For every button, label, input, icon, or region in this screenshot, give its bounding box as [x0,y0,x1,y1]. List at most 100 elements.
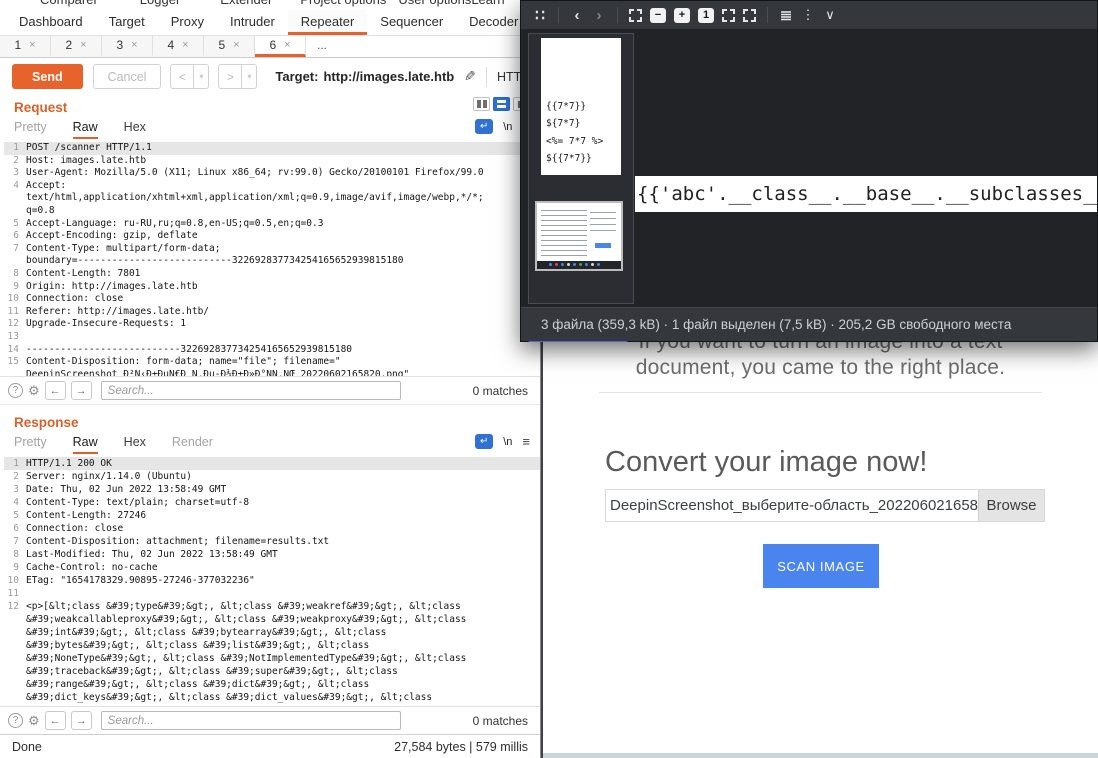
menu-tab[interactable]: Project options [300,0,386,9]
expand-icon[interactable] [743,9,756,22]
menu-kebab-icon[interactable]: ⋮ [801,7,815,23]
fit-width-icon[interactable] [722,9,735,22]
view-tab[interactable]: Pretty [14,120,47,139]
code-line: 6 Connection: close [4,522,540,535]
cancel-button[interactable]: Cancel [93,64,162,89]
layout-columns-button[interactable] [473,97,490,111]
repeater-tab[interactable]: 4× [153,36,204,57]
line-number: 8 [4,548,26,561]
prev-match-button[interactable]: ← [45,711,66,730]
repeater-tab[interactable]: 5× [204,36,255,57]
line-text: Referer: http://images.late.htb/ [26,306,209,319]
module-tab[interactable]: Target [96,10,158,35]
view-tab[interactable]: Hex [124,435,146,454]
help-icon[interactable]: ? [8,713,23,728]
repeater-tab[interactable]: 3× [102,36,153,57]
repeater-tab[interactable]: ... [306,36,346,57]
image-file-thumbnail[interactable] [535,201,623,271]
line-text: text/html,application/xhtml+xml,applicat… [26,192,484,205]
history-back-button[interactable]: < ▾ [170,64,209,89]
next-match-button[interactable]: → [71,711,92,730]
menu-tab[interactable]: Comparer [40,0,98,9]
module-tab[interactable]: Intruder [217,10,288,35]
newline-toggle-icon[interactable]: ↵ [475,434,493,449]
close-icon[interactable]: × [284,39,290,51]
folder-view-icon[interactable]: ∷ [533,7,547,23]
code-line: 12 Upgrade-Insecure-Requests: 1 [4,318,540,331]
code-line: 9 Origin: http://images.late.htb [4,281,540,294]
response-search-input[interactable] [101,711,401,730]
gear-icon[interactable]: ⚙ [28,713,40,729]
repeater-request-tabs: 1× 2× 3× 4× 5× 6× ... [0,36,540,58]
close-icon[interactable]: × [80,39,86,51]
line-text: DeepinScreenshot_Ð²Ñ‹Ð±ÐµÑ€Ð¸Ñ‚Ðµ-Ð¾Ð±Ð»… [26,369,409,376]
layout-rows-button[interactable] [493,97,510,111]
view-tab[interactable]: Render [172,435,213,454]
code-line: 11 [4,587,540,600]
zoom-out-icon[interactable]: − [650,8,666,23]
next-match-button[interactable]: → [71,381,92,400]
request-search-input[interactable] [101,381,401,400]
send-button[interactable]: Send [12,64,83,89]
code-line: 10 Connection: close [4,293,540,306]
menu-tab[interactable]: User options [398,0,471,9]
line-text: &#39;int&#39;&gt;, &lt;class &#39;bytear… [26,626,386,639]
back-icon[interactable]: ‹ [570,7,584,23]
repeater-tab[interactable]: 2× [51,36,102,57]
close-icon[interactable]: × [131,39,137,51]
close-icon[interactable]: × [233,39,239,51]
request-editor[interactable]: 1 POST /scanner HTTP/1.1 2 Host: images.… [0,140,540,376]
payload-line: <%= 7*7 %> [546,133,616,151]
back-arrow-icon: < [170,64,194,89]
module-tab[interactable]: Sequencer [367,10,456,35]
line-number: 11 [4,306,26,319]
module-tab[interactable]: Repeater [288,10,367,35]
help-icon[interactable]: ? [8,383,23,398]
menu-tab[interactable]: Extender [220,0,272,9]
view-tab[interactable]: Raw [73,120,98,139]
browse-button[interactable]: Browse [978,490,1044,521]
zoom-100-icon[interactable]: 1 [698,8,714,23]
code-line: 3 User-Agent: Mozilla/5.0 (X11; Linux x8… [4,167,540,180]
divider [486,67,487,87]
close-icon[interactable]: × [29,39,35,51]
line-number [4,369,26,376]
chevron-down-icon[interactable]: ▾ [194,64,209,89]
repeater-tab[interactable]: 6× [255,36,306,57]
line-text: Content-Disposition: form-data; name="fi… [26,356,341,369]
panel-menu-icon[interactable]: ≡ [522,434,530,449]
close-icon[interactable]: × [182,39,188,51]
line-text: Server: nginx/1.14.0 (Ubuntu) [26,470,192,483]
chevron-down-icon[interactable]: ▾ [242,64,257,89]
view-tab[interactable]: Hex [124,120,146,139]
code-line: &#39;range&#39;&gt;, &lt;class &#39;dict… [4,678,540,691]
view-tab[interactable]: Pretty [14,435,47,454]
code-line: DeepinScreenshot_Ð²Ñ‹Ð±ÐµÑ€Ð¸Ñ‚Ðµ-Ð¾Ð±Ð»… [4,369,540,376]
text-file-thumbnail[interactable]: {{7*7}}${7*7}<%= 7*7 %>${{7*7}} [541,38,621,175]
menu-tab[interactable]: Learn [471,0,504,9]
newline-toggle-icon[interactable]: ↵ [475,119,493,134]
forward-icon[interactable]: › [592,7,606,23]
file-upload-input[interactable]: DeepinScreenshot_выберите-область_202206… [605,489,1045,522]
repeater-tab[interactable]: 1× [0,36,51,57]
module-tab[interactable]: Proxy [158,10,217,35]
scan-image-button[interactable]: SCAN IMAGE [763,544,879,588]
chevron-down-icon[interactable]: ∨ [823,7,837,23]
response-header: Response [0,410,540,434]
gear-icon[interactable]: ⚙ [28,383,40,399]
view-tab[interactable]: Raw [73,435,98,454]
fit-window-icon[interactable] [629,9,642,22]
code-line: 11 Referer: http://images.late.htb/ [4,306,540,319]
folder-thumbnail-panel: {{7*7}}${7*7}<%= 7*7 %>${{7*7}} [528,33,634,304]
thumbnail-strip-icon[interactable]: ≣ [779,7,793,23]
prev-match-button[interactable]: ← [45,381,66,400]
browser-bottom-edge [543,753,1098,758]
payload-line: {{7*7}} [546,98,616,116]
line-number: 14 [4,344,26,357]
module-tab[interactable]: Dashboard [6,10,96,35]
zoom-in-icon[interactable]: + [674,8,690,23]
menu-tab[interactable]: Logger [140,0,180,9]
edit-pencil-icon[interactable]: ✎ [464,68,476,85]
response-viewer[interactable]: 1 HTTP/1.1 200 OK 2 Server: nginx/1.14.0… [0,455,540,706]
history-forward-button[interactable]: > ▾ [218,64,257,89]
